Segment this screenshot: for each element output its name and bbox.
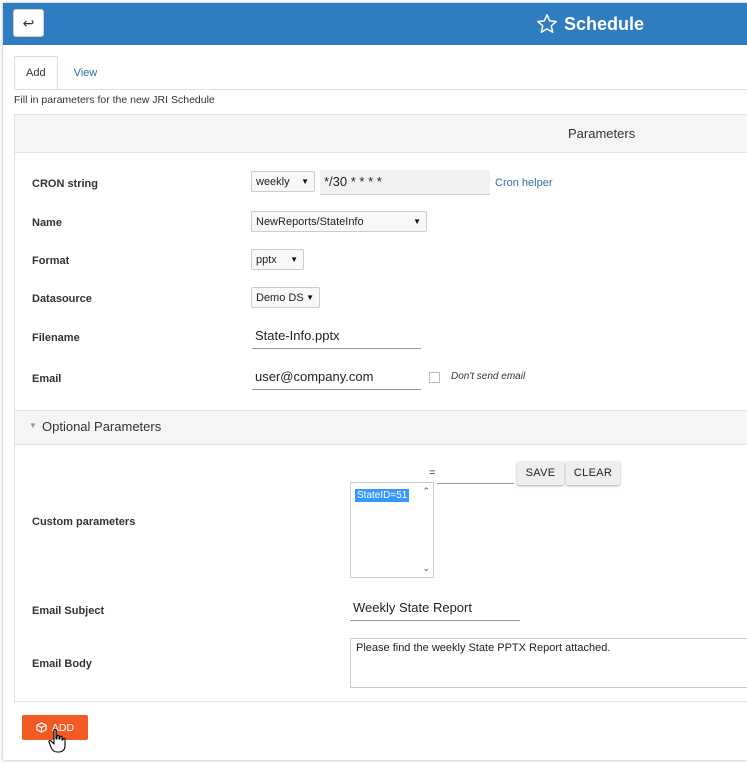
chevron-down-icon: ▼ xyxy=(306,293,314,302)
scroll-up-icon[interactable]: ⌃ xyxy=(422,486,430,497)
chevron-down-icon: ▼ xyxy=(301,177,309,186)
cube-icon xyxy=(36,722,47,733)
custom-parameters-list[interactable]: StateID=51 ⌃ ⌄ xyxy=(350,482,434,578)
dont-send-email-label: Don't send email xyxy=(451,371,526,382)
chevron-down-icon: ▼ xyxy=(413,217,421,226)
tab-bar: Add View xyxy=(14,56,113,90)
name-label: Name xyxy=(32,217,62,229)
scroll-down-icon[interactable]: ⌄ xyxy=(422,563,430,574)
dont-send-email-checkbox[interactable] xyxy=(429,372,440,383)
datasource-select[interactable]: Demo DS ▼ xyxy=(251,287,320,308)
page-title: Schedule xyxy=(564,13,645,34)
equals-sign: = xyxy=(429,467,436,479)
optional-parameters-header[interactable]: ▼ Optional Parameters xyxy=(15,410,747,445)
parameters-title: Parameters xyxy=(568,126,636,141)
hand-pointer-icon xyxy=(48,728,66,753)
format-select[interactable]: pptx ▼ xyxy=(251,249,304,270)
intro-text: Fill in parameters for the new JRI Sched… xyxy=(14,94,215,106)
datasource-value: Demo DS xyxy=(256,291,304,304)
header-title-group: Schedule xyxy=(536,11,644,37)
email-subject-label: Email Subject xyxy=(32,605,105,617)
tab-view[interactable]: View xyxy=(58,56,114,90)
email-subject-input[interactable]: Weekly State Report xyxy=(350,597,520,621)
optional-parameters-title: Optional Parameters xyxy=(42,419,162,434)
return-arrow-icon: ↩ xyxy=(22,14,35,31)
cron-helper-link[interactable]: Cron helper xyxy=(495,177,552,189)
caret-down-icon: ▼ xyxy=(29,421,37,430)
filename-input[interactable]: State-Info.pptx xyxy=(252,325,421,349)
chevron-down-icon: ▼ xyxy=(290,255,298,264)
cron-string-input[interactable]: */30 * * * * xyxy=(320,170,490,195)
filename-label: Filename xyxy=(32,332,80,344)
email-body-label: Email Body xyxy=(32,658,92,670)
parameters-header: Parameters xyxy=(15,115,747,153)
custom-parameters-label: Custom parameters xyxy=(32,516,136,528)
cron-label: CRON string xyxy=(32,178,98,190)
format-value: pptx xyxy=(256,253,277,266)
name-select[interactable]: NewReports/StateInfo ▼ xyxy=(251,211,427,232)
parameters-panel: Parameters CRON string weekly ▼ */30 * *… xyxy=(14,114,747,702)
back-button[interactable]: ↩ xyxy=(13,9,44,37)
tab-add[interactable]: Add xyxy=(14,56,58,90)
schedule-app: ↩ Schedule Add View Fill in parameters f… xyxy=(3,3,747,760)
email-input[interactable]: user@company.com xyxy=(252,366,421,390)
custom-param-value-input[interactable] xyxy=(437,466,514,484)
cron-frequency-value: weekly xyxy=(256,175,290,188)
tabs-divider xyxy=(14,89,747,90)
email-body-textarea[interactable]: Please find the weekly State PPTX Report… xyxy=(350,638,747,688)
cron-frequency-select[interactable]: weekly ▼ xyxy=(251,171,315,192)
list-item[interactable]: StateID=51 xyxy=(355,489,410,502)
star-icon[interactable] xyxy=(536,13,558,35)
format-label: Format xyxy=(32,255,70,267)
datasource-label: Datasource xyxy=(32,293,92,305)
clear-button[interactable]: CLEAR xyxy=(566,461,620,485)
header-bar: ↩ Schedule xyxy=(3,3,747,45)
name-value: NewReports/StateInfo xyxy=(256,215,364,228)
email-label: Email xyxy=(32,373,62,385)
save-button[interactable]: SAVE xyxy=(517,461,564,485)
